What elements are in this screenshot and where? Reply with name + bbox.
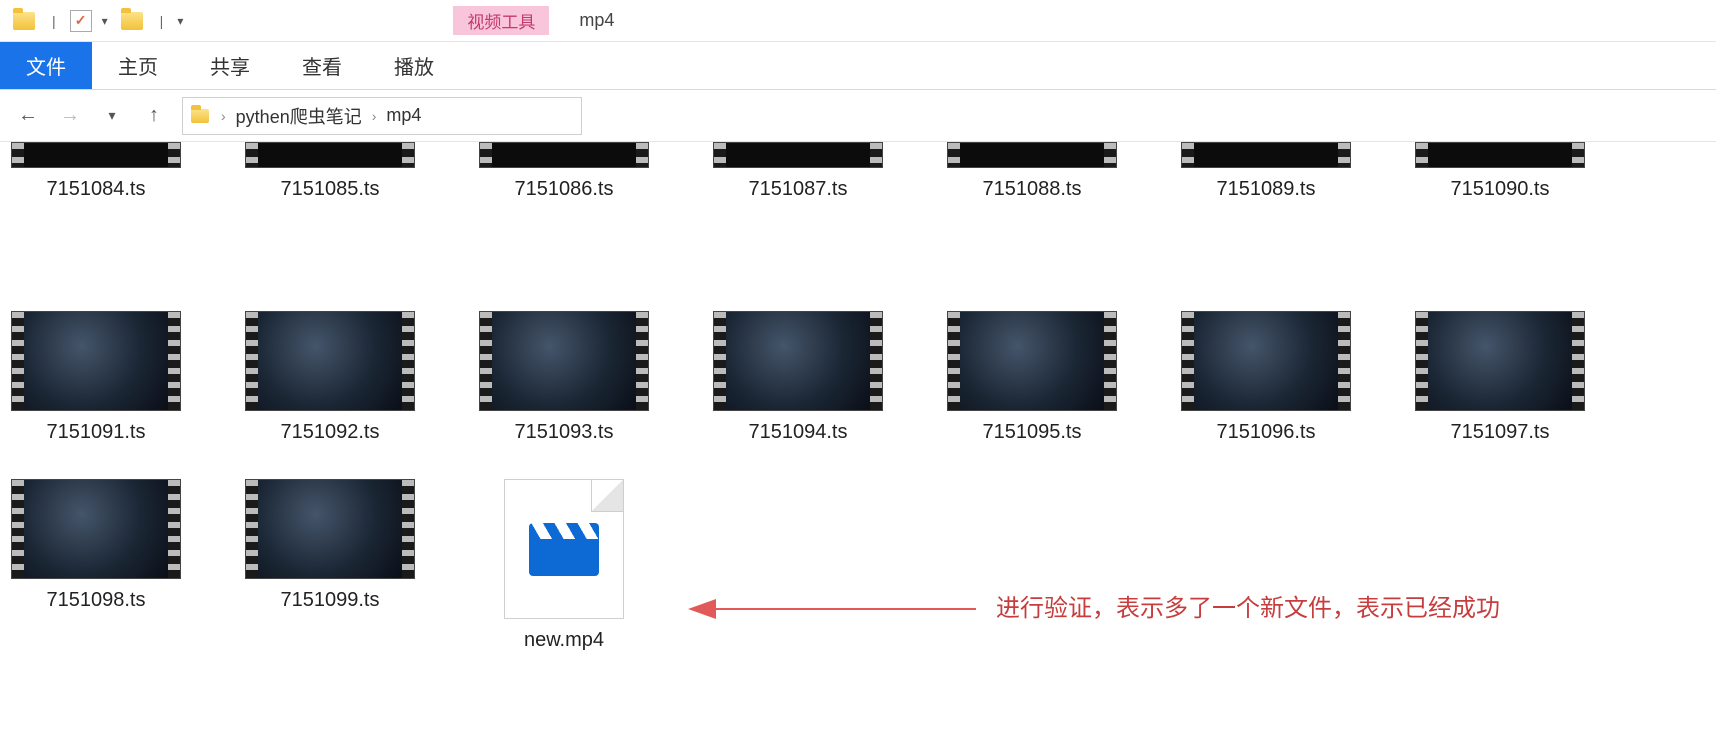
qat-dropdown-customize-icon[interactable]: ▾ [177,14,183,28]
file-name: 7151096.ts [1217,421,1316,444]
ribbon-tabs: 文件 主页 共享 查看 播放 [0,42,1716,90]
file-item[interactable]: 7151096.ts [1180,311,1352,444]
file-item[interactable]: 7151088.ts [946,142,1118,201]
breadcrumb-item-1[interactable]: pythen爬虫笔记 [236,103,362,129]
file-name: 7151093.ts [515,421,614,444]
history-dropdown-icon[interactable]: ▾ [98,102,126,130]
video-thumbnail [947,311,1117,411]
video-thumbnail [947,142,1117,168]
file-name: 7151084.ts [47,178,146,201]
file-name: 7151094.ts [749,421,848,444]
properties-icon[interactable]: ✓ [70,10,92,32]
file-item[interactable]: 7151095.ts [946,311,1118,444]
back-button[interactable]: ← [14,102,42,130]
window-title: mp4 [579,10,614,31]
video-thumbnail [11,142,181,168]
video-thumbnail [479,311,649,411]
video-tools-label: 视频工具 [453,6,549,35]
file-name: 7151092.ts [281,421,380,444]
video-thumbnail [245,311,415,411]
video-thumbnail [245,479,415,579]
mp4-file-icon [504,479,624,619]
file-name: 7151088.ts [983,178,1082,201]
file-item[interactable]: 7151097.ts [1414,311,1586,444]
up-button[interactable]: ↑ [140,102,168,130]
file-name: 7151091.ts [47,421,146,444]
qat-separator-2: | [156,13,168,29]
file-item[interactable]: 7151085.ts [244,142,416,201]
tab-file[interactable]: 文件 [0,42,92,89]
file-item[interactable]: 7151093.ts [478,311,650,444]
file-item[interactable]: 7151086.ts [478,142,650,201]
quick-access-toolbar: | ✓ ▾ | ▾ [0,7,193,35]
tab-home[interactable]: 主页 [92,42,184,89]
file-name: 7151086.ts [515,178,614,201]
qat-dropdown-icon[interactable]: ▾ [102,14,108,28]
video-thumbnail [1181,311,1351,411]
file-item[interactable]: 7151089.ts [1180,142,1352,201]
video-thumbnail [713,142,883,168]
contextual-tab-header: 视频工具 [453,6,549,35]
file-item[interactable]: new.mp4 [478,479,650,652]
titlebar: | ✓ ▾ | ▾ 视频工具 mp4 [0,0,1716,42]
file-item[interactable]: 7151094.ts [712,311,884,444]
video-thumbnail [11,311,181,411]
file-name: 7151097.ts [1451,421,1550,444]
breadcrumb-item-2[interactable]: mp4 [386,105,421,126]
video-thumbnail [1181,142,1351,168]
navigation-bar: ← → ▾ ↑ › pythen爬虫笔记 › mp4 [0,90,1716,142]
file-name: 7151085.ts [281,178,380,201]
video-thumbnail [713,311,883,411]
tab-play[interactable]: 播放 [368,42,460,89]
file-name: 7151087.ts [749,178,848,201]
forward-button[interactable]: → [56,102,84,130]
file-name: 7151099.ts [281,589,380,612]
video-thumbnail [245,142,415,168]
breadcrumb-sep: › [217,108,230,124]
file-item[interactable]: 7151098.ts [10,479,182,652]
address-bar[interactable]: › pythen爬虫笔记 › mp4 [182,97,582,135]
file-item[interactable]: 7151092.ts [244,311,416,444]
video-thumbnail [1415,311,1585,411]
clapperboard-icon [529,522,599,576]
video-thumbnail [1415,142,1585,168]
file-item[interactable]: 7151099.ts [244,479,416,652]
tab-view[interactable]: 查看 [276,42,368,89]
open-folder-icon[interactable] [118,7,146,35]
file-name: 7151089.ts [1217,178,1316,201]
qat-separator: | [48,13,60,29]
file-item[interactable]: 7151084.ts [10,142,182,201]
video-thumbnail [11,479,181,579]
video-thumbnail [479,142,649,168]
tab-share[interactable]: 共享 [184,42,276,89]
file-name: new.mp4 [524,629,604,652]
file-pane[interactable]: 7151084.ts 7151085.ts 7151086.ts 7151087… [0,142,1716,672]
file-item[interactable]: 7151090.ts [1414,142,1586,201]
address-folder-icon [189,107,211,125]
breadcrumb-sep-2: › [368,108,381,124]
file-name: 7151098.ts [47,589,146,612]
file-item[interactable]: 7151091.ts [10,311,182,444]
file-name: 7151090.ts [1451,178,1550,201]
file-item[interactable]: 7151087.ts [712,142,884,201]
folder-icon[interactable] [10,7,38,35]
file-name: 7151095.ts [983,421,1082,444]
